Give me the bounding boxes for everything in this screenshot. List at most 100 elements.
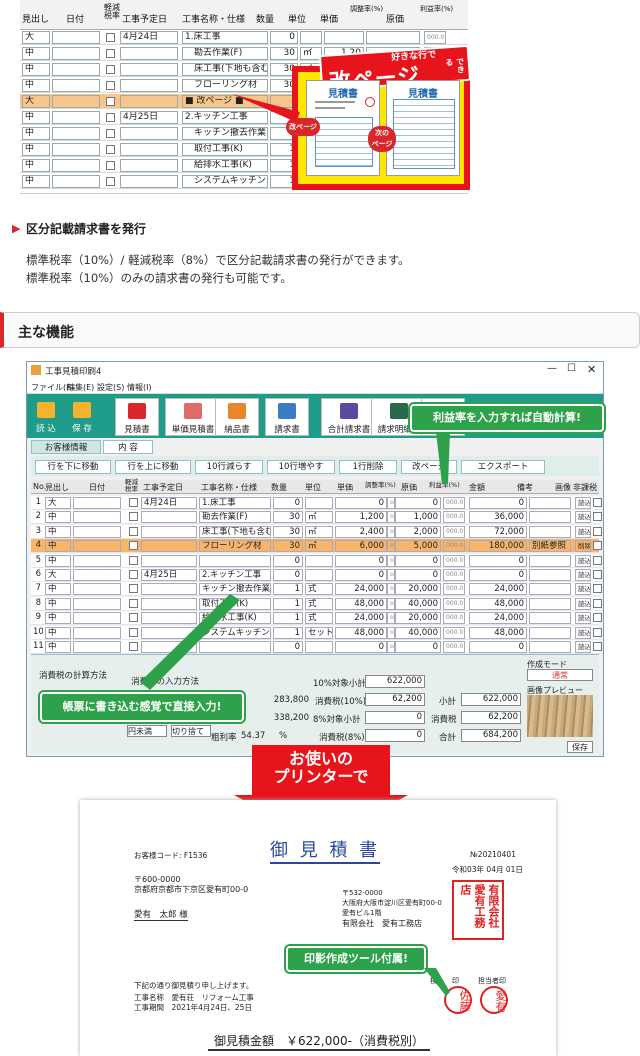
- grid-cell-rate[interactable]: 000.0: [443, 540, 465, 553]
- action-button-6[interactable]: エクスポート: [461, 460, 545, 474]
- grid-cell-note[interactable]: [529, 612, 571, 625]
- reduced-checkbox[interactable]: [129, 526, 138, 536]
- grid-cell-qty[interactable]: 0: [273, 641, 303, 653]
- top-cell-date[interactable]: [52, 31, 100, 44]
- grid-cell-date[interactable]: [73, 612, 121, 625]
- grid-cell-unit[interactable]: [305, 641, 333, 653]
- grid-cell-adjust[interactable]: 000.0: [387, 641, 395, 653]
- grid-cell-adjust[interactable]: 000.0: [387, 497, 395, 509]
- grid-cell-date[interactable]: [73, 497, 121, 509]
- nontax-checkbox[interactable]: [593, 526, 602, 536]
- top-cell-name[interactable]: 給排水工事(K): [182, 159, 268, 172]
- top-cell-name[interactable]: 1.床工事: [182, 31, 268, 44]
- tax8-value[interactable]: 0: [365, 729, 425, 742]
- top-cell-midashi[interactable]: 中: [22, 143, 50, 156]
- grid-cell-note[interactable]: [529, 569, 571, 581]
- top-cell-yotei[interactable]: [120, 63, 178, 76]
- top-cell-date[interactable]: [52, 63, 100, 76]
- top-cell-date[interactable]: [52, 159, 100, 172]
- top-cell-date[interactable]: [52, 127, 100, 140]
- top-cell-unit[interactable]: [300, 31, 322, 44]
- nontax-checkbox[interactable]: [593, 541, 602, 551]
- toolbar-button-5[interactable]: 請求書: [265, 398, 309, 436]
- grid-cell-date[interactable]: [73, 569, 121, 581]
- close-icon[interactable]: ✕: [587, 363, 596, 376]
- grid-cell-rate[interactable]: 000.0: [443, 525, 465, 538]
- grid-cell-date[interactable]: [73, 583, 121, 596]
- grid-cell-amount[interactable]: 72,000: [469, 525, 527, 538]
- toolbar-button-4[interactable]: 納品書: [215, 398, 259, 436]
- grid-cell-midashi[interactable]: 大: [45, 569, 71, 581]
- grid-cell-adjust[interactable]: 000.0: [387, 540, 395, 553]
- grid-cell-img[interactable]: 読込: [575, 641, 591, 653]
- reduced-checkbox[interactable]: [106, 33, 115, 42]
- top-cell-midashi[interactable]: 中: [22, 63, 50, 76]
- grid-cell-midashi[interactable]: 中: [45, 583, 71, 596]
- grid-cell-price[interactable]: 24,000: [335, 612, 387, 625]
- top-cell-name[interactable]: 床工事(下地も含む: [182, 63, 268, 76]
- grid-cell-midashi[interactable]: 中: [45, 540, 71, 553]
- reduced-checkbox[interactable]: [106, 161, 115, 170]
- top-cell-midashi[interactable]: 大: [22, 31, 50, 44]
- top-cell-date[interactable]: [52, 79, 100, 92]
- nontax-checkbox[interactable]: [593, 627, 602, 637]
- grid-cell-note[interactable]: [529, 626, 571, 639]
- top-cell-yotei[interactable]: [120, 175, 178, 188]
- grid-cell-amount[interactable]: 0: [469, 497, 527, 509]
- grid-cell-img[interactable]: 読込: [575, 612, 591, 625]
- top-cell-cost[interactable]: [366, 31, 420, 44]
- grid-cell-qty[interactable]: 0: [273, 569, 303, 581]
- top-cell-midashi[interactable]: 大: [22, 95, 50, 108]
- toolbar-button-2[interactable]: 見積書: [115, 398, 159, 436]
- grid-cell-qty[interactable]: 30: [273, 540, 303, 553]
- grid-cell-price[interactable]: 24,000: [335, 583, 387, 596]
- grid-cell-img[interactable]: 読込: [575, 511, 591, 524]
- grid-cell-price[interactable]: 0: [335, 554, 387, 567]
- minimize-icon[interactable]: —: [547, 363, 557, 374]
- grid-cell-adjust[interactable]: 000.0: [387, 525, 395, 538]
- grid-cell-name[interactable]: 床工事(下地も含む: [199, 525, 271, 538]
- grid-cell-note[interactable]: [529, 583, 571, 596]
- tab-customer-info[interactable]: お客様情報: [31, 440, 101, 454]
- grid-cell-rate[interactable]: 000.0: [443, 497, 465, 509]
- mode-value[interactable]: 通常: [527, 669, 593, 681]
- round-select[interactable]: 切り捨て: [171, 725, 211, 737]
- reduced-checkbox[interactable]: [106, 113, 115, 122]
- grid-cell-unit[interactable]: ㎡: [305, 511, 333, 524]
- top-cell-rate[interactable]: 000.0: [424, 31, 446, 44]
- grid-cell-name[interactable]: 2.キッチン工事: [199, 569, 271, 581]
- grid-cell-rate[interactable]: 000.0: [443, 597, 465, 610]
- grid-cell-rate[interactable]: 000.0: [443, 569, 465, 581]
- top-cell-date[interactable]: [52, 175, 100, 188]
- grid-cell-cost[interactable]: 20,000: [395, 583, 441, 596]
- grid-cell-qty[interactable]: 1: [273, 597, 303, 610]
- grid-cell-date[interactable]: [73, 641, 121, 653]
- grid-cell-unit[interactable]: ㎡: [305, 525, 333, 538]
- reduced-checkbox[interactable]: [129, 498, 138, 507]
- grid-cell-date[interactable]: [73, 525, 121, 538]
- nontax-checkbox[interactable]: [593, 512, 602, 522]
- grid-cell-adjust[interactable]: 000.0: [387, 569, 395, 581]
- top-cell-name[interactable]: 取付工事(K): [182, 143, 268, 156]
- grid-cell-qty[interactable]: 1: [273, 626, 303, 639]
- grid-cell-amount[interactable]: 48,000: [469, 597, 527, 610]
- action-button-2[interactable]: 10行減らす: [195, 460, 263, 474]
- reduced-checkbox[interactable]: [106, 49, 115, 58]
- grid-cell-midashi[interactable]: 中: [45, 641, 71, 653]
- grid-cell-midashi[interactable]: 大: [45, 497, 71, 509]
- grid-cell-name[interactable]: フローリング材: [199, 540, 271, 553]
- toolbar-button-3[interactable]: 単価見積書: [165, 398, 221, 436]
- reduced-checkbox[interactable]: [129, 541, 138, 551]
- grid-cell-qty[interactable]: 1: [273, 583, 303, 596]
- tax10-value[interactable]: 62,200: [365, 693, 425, 706]
- grid-cell-cost[interactable]: 0: [395, 641, 441, 653]
- grid-cell-note[interactable]: [529, 554, 571, 567]
- top-cell-midashi[interactable]: 中: [22, 159, 50, 172]
- grid-cell-amount[interactable]: 0: [469, 569, 527, 581]
- maximize-icon[interactable]: ☐: [567, 363, 576, 374]
- grid-cell-midashi[interactable]: 中: [45, 597, 71, 610]
- grid-cell-rate[interactable]: 000.0: [443, 641, 465, 653]
- grid-cell-yotei[interactable]: 4月24日: [141, 497, 197, 509]
- grid-cell-note[interactable]: [529, 525, 571, 538]
- top-cell-midashi[interactable]: 中: [22, 175, 50, 188]
